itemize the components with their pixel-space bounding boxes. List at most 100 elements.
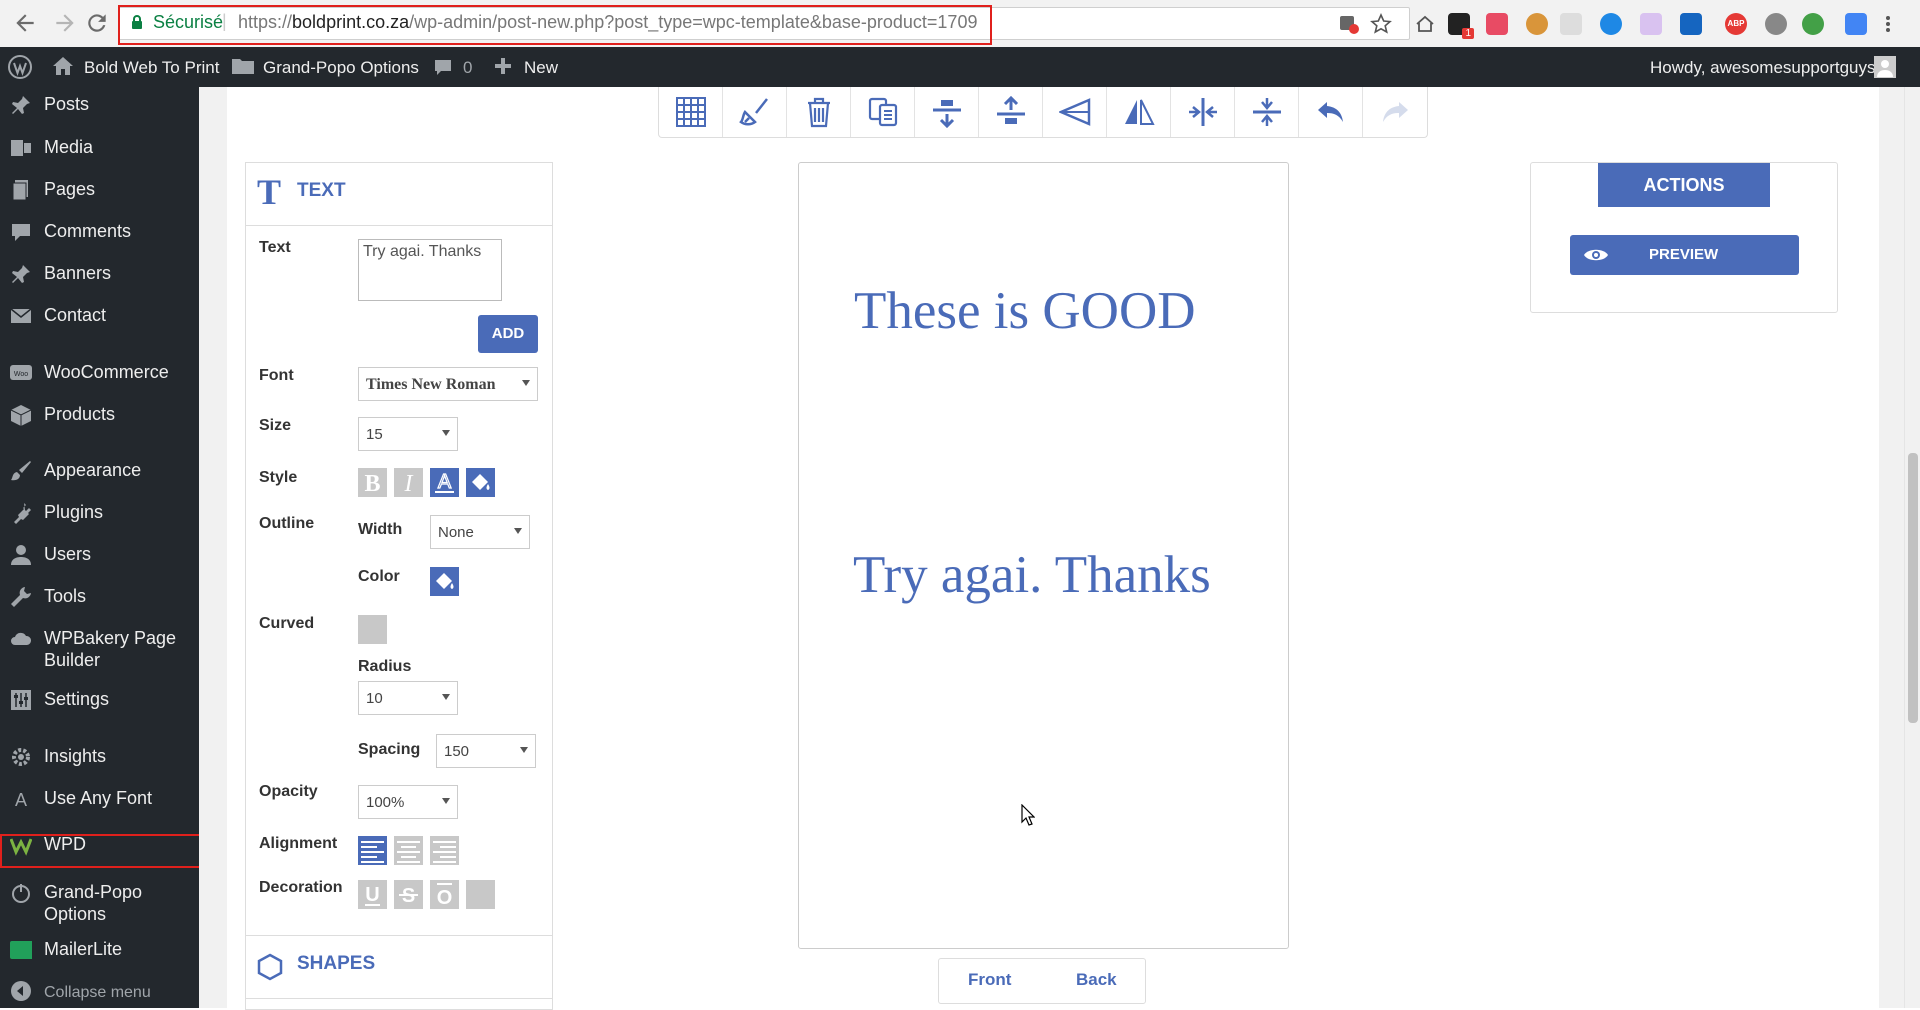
cookie-icon[interactable] <box>1526 13 1548 35</box>
front-tab[interactable]: Front <box>968 970 1011 990</box>
sidebar-item-wpbakery[interactable]: WPBakery Page Builder <box>0 619 199 671</box>
shapes-section-header[interactable]: SHAPES <box>246 935 552 999</box>
bold-toggle[interactable]: B <box>358 468 387 497</box>
canvas-text-try-again[interactable]: Try agai. Thanks <box>853 545 1211 605</box>
sidebar-item-grand-popo-options[interactable]: Grand-Popo Options <box>0 873 199 924</box>
text-color-button[interactable]: A <box>430 468 459 497</box>
sidebar-item-insights[interactable]: Insights <box>0 737 199 777</box>
preview-button[interactable]: PREVIEW <box>1570 235 1799 275</box>
translate-page-icon[interactable] <box>1338 13 1360 35</box>
bold-icon: B <box>364 471 380 497</box>
size-select[interactable]: 15 <box>358 417 458 451</box>
google-translate-icon[interactable] <box>1845 13 1867 35</box>
undo-button[interactable] <box>1299 87 1363 137</box>
sidebar-item-plugins[interactable]: Plugins <box>0 493 199 533</box>
underline-button[interactable]: U <box>358 880 387 909</box>
chevron-down-icon <box>520 747 528 753</box>
background-color-button[interactable] <box>466 468 495 497</box>
canvas-text-these-is-good[interactable]: These is GOOD <box>854 281 1196 341</box>
calendar-extension-icon[interactable] <box>1680 13 1702 35</box>
sidebar-item-settings[interactable]: Settings <box>0 680 199 720</box>
outline-width-select[interactable]: None <box>430 515 530 549</box>
sidebar-item-woocommerce[interactable]: Woo WooCommerce <box>0 353 199 393</box>
sidebar-item-appearance[interactable]: Appearance <box>0 451 199 491</box>
adblock-plus-icon[interactable]: ABP <box>1725 13 1747 35</box>
pages-icon <box>10 179 32 201</box>
arrange-layer-icon <box>1058 98 1090 126</box>
sidebar-item-banners[interactable]: Banners <box>0 254 199 294</box>
back-tab[interactable]: Back <box>1076 970 1117 990</box>
duplicate-button[interactable] <box>851 87 915 137</box>
sidebar-item-users[interactable]: Users <box>0 535 199 575</box>
globe-extension-icon[interactable] <box>1802 13 1824 35</box>
sidebar-item-tools[interactable]: Tools <box>0 577 199 617</box>
extension-notifications-icon[interactable]: 1 <box>1448 13 1474 39</box>
redo-button[interactable] <box>1363 87 1426 137</box>
site-name-link[interactable]: Bold Web To Print <box>84 58 219 78</box>
outline-color-button[interactable] <box>430 567 459 596</box>
sidebar-item-pages[interactable]: Pages <box>0 170 199 210</box>
send-backward-button[interactable] <box>1043 87 1107 137</box>
comment-bubble-icon[interactable] <box>433 58 453 83</box>
actions-header-button[interactable]: ACTIONS <box>1598 163 1770 207</box>
reload-icon[interactable] <box>84 10 110 36</box>
flip-horizontal-button[interactable] <box>1107 87 1171 137</box>
no-decoration-button[interactable] <box>466 880 495 909</box>
sync-extension-icon[interactable] <box>1600 13 1622 35</box>
align-left-button[interactable] <box>358 836 387 865</box>
sidebar-item-label: WPBakery Page <box>44 628 177 648</box>
sidebar-item-use-any-font[interactable]: A Use Any Font <box>0 779 199 819</box>
opacity-select-value: 100% <box>366 794 405 811</box>
clear-all-button[interactable] <box>723 87 787 137</box>
center-horizontal-button[interactable] <box>1171 87 1235 137</box>
browser-menu-icon[interactable] <box>1885 13 1891 35</box>
overline-button[interactable]: O <box>430 880 459 909</box>
grand-popo-options-link[interactable]: Grand-Popo Options <box>263 58 419 78</box>
howdy-user-link[interactable]: Howdy, awesomesupportguys <box>1650 58 1876 78</box>
cube-extension-icon[interactable] <box>1560 13 1582 35</box>
wordpress-logo-icon[interactable] <box>8 55 32 84</box>
add-text-button[interactable]: ADD <box>478 315 538 353</box>
trash-icon <box>807 97 830 128</box>
text-section-header[interactable]: T TEXT <box>246 163 552 226</box>
align-center-button[interactable] <box>394 836 423 865</box>
font-select[interactable]: Times New Roman <box>358 367 538 401</box>
radius-select[interactable]: 10 <box>358 681 458 715</box>
sidebar-item-contact[interactable]: Contact <box>0 296 199 336</box>
avatar[interactable] <box>1874 56 1896 78</box>
text-input[interactable]: Try agai. Thanks <box>358 239 502 301</box>
scrollbar-thumb[interactable] <box>1908 453 1918 723</box>
sidebar-item-posts[interactable]: Posts <box>0 85 199 125</box>
page-scrollbar[interactable] <box>1904 87 1920 1008</box>
collapse-menu-button[interactable]: Collapse menu <box>0 974 199 1008</box>
align-right-button[interactable] <box>430 836 459 865</box>
svg-text:A: A <box>438 471 452 493</box>
strikethrough-button[interactable]: S <box>394 880 423 909</box>
pocket-icon[interactable] <box>1486 13 1508 35</box>
bookmark-star-icon[interactable] <box>1370 13 1392 35</box>
sidebar-item-products[interactable]: Products <box>0 395 199 435</box>
opacity-select[interactable]: 100% <box>358 785 458 819</box>
back-arrow-icon[interactable] <box>12 10 38 36</box>
italic-toggle[interactable]: I <box>394 468 423 497</box>
pen-extension-icon[interactable] <box>1640 13 1662 35</box>
grid-button[interactable] <box>659 87 723 137</box>
sidebar-item-mailerlite[interactable]: MailerLite <box>0 930 199 970</box>
opacity-label: Opacity <box>259 783 318 800</box>
align-vertical-center-button[interactable] <box>915 87 979 137</box>
forward-arrow-icon[interactable] <box>52 10 78 36</box>
align-horizontal-center-button[interactable] <box>979 87 1043 137</box>
curved-checkbox[interactable] <box>358 615 387 644</box>
center-vertical-button[interactable] <box>1235 87 1299 137</box>
sidebar-item-media[interactable]: Media <box>0 128 199 168</box>
sidebar-item-comments[interactable]: Comments <box>0 212 199 252</box>
spacing-select[interactable]: 150 <box>436 734 536 768</box>
home-icon[interactable] <box>1414 13 1436 35</box>
new-content-link[interactable]: New <box>524 58 558 78</box>
grammarly-icon[interactable] <box>1765 13 1787 35</box>
delete-button[interactable] <box>787 87 851 137</box>
font-label: Font <box>259 367 294 384</box>
design-canvas[interactable]: These is GOOD Try agai. Thanks <box>798 162 1289 949</box>
chevron-down-icon <box>442 798 450 804</box>
extension-badge: 1 <box>1462 28 1474 39</box>
